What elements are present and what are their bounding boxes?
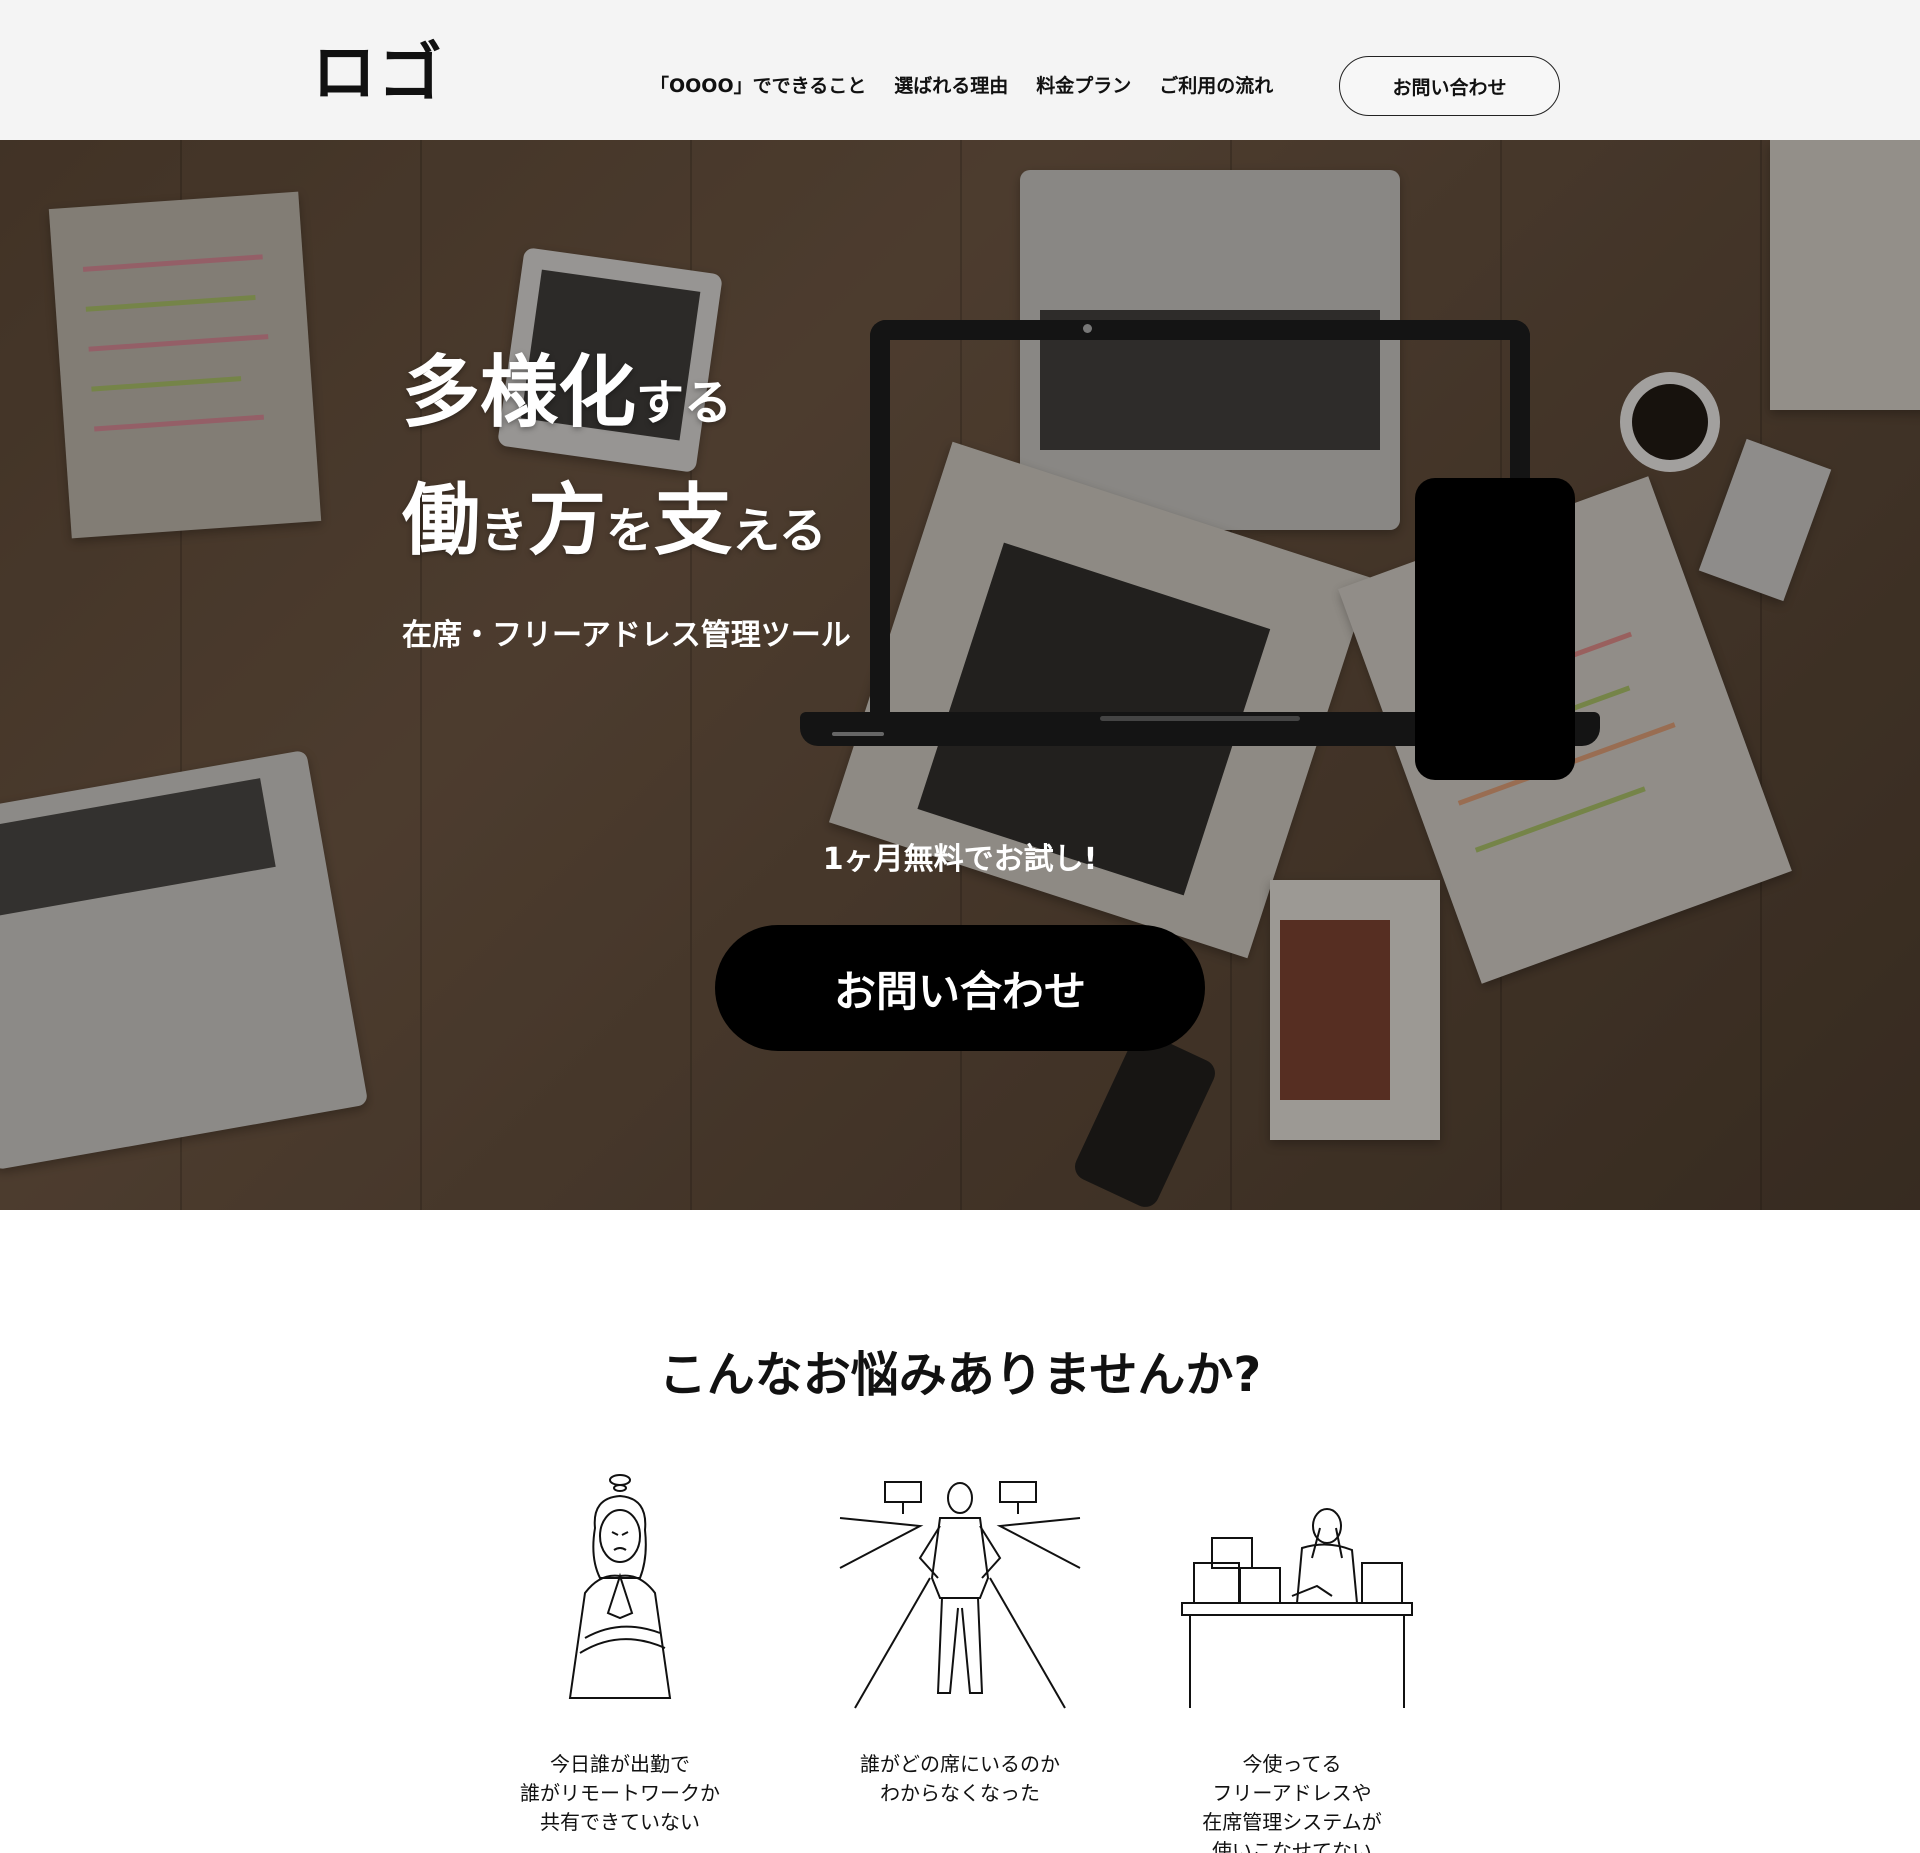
problem-text-2-line-2: わからなくなった [880, 1781, 1040, 1805]
problem-text-1-line-1: 今日誰が出勤で [550, 1752, 690, 1776]
hero-title-char: を [606, 503, 655, 559]
hero-title-char: 方 [528, 476, 607, 566]
nav-link-reasons[interactable]: 選ばれる理由 [894, 68, 1008, 104]
header-contact-button[interactable]: お問い合わせ [1339, 56, 1560, 116]
hero-title-char: える [732, 503, 827, 559]
nav-link-features[interactable]: 「OOOO」でできること [650, 68, 866, 104]
man-at-crossroads-illustration [839, 1481, 1081, 1709]
overwhelmed-man-at-desk-illustration [1181, 1508, 1413, 1708]
problem-text-2-line-1: 誰がどの席にいるのか [860, 1752, 1060, 1776]
problem-card-system: 今使ってる フリーアドレスや 在席管理システムが 使いこなせてない [1152, 1468, 1432, 1853]
problem-text-3-line-3: 在席管理システムが [1202, 1810, 1382, 1834]
problem-card-seating: 誰がどの席にいるのか わからなくなった [820, 1468, 1100, 1853]
hero-title-char: 働 [402, 476, 481, 566]
problem-text-1-line-3: 共有できていない [540, 1810, 700, 1834]
smartphone-illustration [1415, 478, 1575, 780]
problems-heading: こんなお悩みありませんか? [658, 1347, 1262, 1403]
free-trial-text: 1ヶ月無料でお試し! [822, 842, 1098, 877]
hero-title-char: 支 [654, 476, 733, 566]
hero-title-suffix: する [636, 375, 733, 431]
hero-title-line-2: 働き方を支える [402, 458, 827, 570]
hero-title-char: き [480, 503, 529, 559]
problem-text-3-line-2: フリーアドレスや [1212, 1781, 1372, 1805]
site-header: ロゴ 「OOOO」でできること 選ばれる理由 料金プラン ご利用の流れ お問い合… [0, 0, 1920, 140]
problem-text-3-line-4: 使いこなせてない [1212, 1839, 1372, 1853]
hero-contact-button[interactable]: お問い合わせ [715, 925, 1205, 1051]
problem-text-1-line-2: 誰がリモートワークか [520, 1781, 720, 1805]
logo[interactable]: ロゴ [312, 38, 444, 110]
nav-link-pricing[interactable]: 料金プラン [1036, 68, 1131, 104]
hero-title-emphasis: 多様化 [402, 348, 637, 438]
laptop-camera [1083, 324, 1092, 333]
hero-section: 多様化する 働き方を支える 在席・フリーアドレス管理ツール 1ヶ月無料でお試し!… [0, 140, 1920, 1210]
hero-title-line-1: 多様化する [402, 330, 732, 442]
worried-woman-illustration [568, 1474, 672, 1699]
problem-card-attendance: 今日誰が出勤で 誰がリモートワークか 共有できていない [480, 1468, 760, 1853]
nav-link-flow[interactable]: ご利用の流れ [1159, 68, 1273, 104]
hero-subtitle: 在席・フリーアドレス管理ツール [402, 618, 851, 653]
problem-text-3-line-1: 今使ってる [1242, 1752, 1342, 1776]
main-nav: 「OOOO」でできること 選ばれる理由 料金プラン ご利用の流れ [650, 68, 1273, 104]
